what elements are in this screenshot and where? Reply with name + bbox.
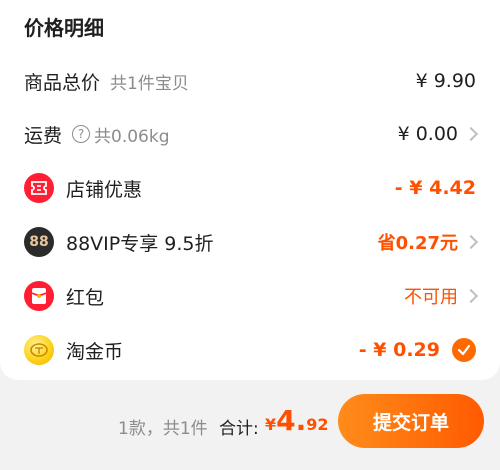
shipping-value: ¥ 0.00 xyxy=(397,123,458,145)
shipping-weight-text: 共0.06kg xyxy=(94,126,170,147)
gold-coin-row[interactable]: 淘金币 - ¥ 0.29 xyxy=(0,330,500,370)
coupon-icon xyxy=(24,173,54,203)
red-packet-row[interactable]: 红包 不可用 xyxy=(0,276,500,316)
chevron-right-icon xyxy=(463,234,479,250)
gold-coin-label: 淘金币 xyxy=(66,340,124,363)
total-price: ¥4.92 xyxy=(265,404,329,437)
shipping-row[interactable]: 运费 ? 共0.06kg ¥ 0.00 xyxy=(0,114,500,154)
total-integer: 4. xyxy=(276,404,307,437)
vip-discount-label: 88VIP专享 9.5折 xyxy=(66,232,214,255)
store-discount-value: - ¥ 4.42 xyxy=(394,177,476,199)
total-decimal: 92 xyxy=(306,415,329,434)
total-currency: ¥ xyxy=(265,415,277,434)
gold-coin-icon xyxy=(24,335,54,365)
store-discount-row: 店铺优惠 - ¥ 4.42 xyxy=(0,168,500,208)
goods-total-row: 商品总价 共1件宝贝 ¥ 9.90 xyxy=(0,61,500,101)
page-title: 价格明细 xyxy=(24,16,104,40)
chevron-right-icon xyxy=(463,126,479,142)
checkout-bar: 1款，共1件 合计: ¥4.92 提交订单 xyxy=(0,380,500,470)
88vip-icon: 88 xyxy=(24,227,54,257)
total-label: 合计: xyxy=(219,419,259,439)
gold-coin-value: - ¥ 0.29 xyxy=(358,339,440,361)
submit-order-button[interactable]: 提交订单 xyxy=(338,394,484,448)
goods-total-label: 商品总价 xyxy=(24,71,101,94)
red-packet-label: 红包 xyxy=(66,286,105,309)
goods-total-value: ¥ 9.90 xyxy=(415,70,476,92)
red-packet-icon xyxy=(24,281,54,311)
checkmark-icon[interactable] xyxy=(452,338,476,362)
red-packet-status: 不可用 xyxy=(404,287,458,308)
item-count-text: 1款，共1件 xyxy=(118,419,208,439)
vip-saving-value: 省0.27元 xyxy=(377,233,458,254)
chevron-right-icon xyxy=(463,288,479,304)
shipping-label: 运费 xyxy=(24,124,63,147)
goods-count-text: 共1件宝贝 xyxy=(110,73,189,94)
help-icon[interactable]: ? xyxy=(72,125,91,143)
store-discount-label: 店铺优惠 xyxy=(66,178,143,201)
price-detail-card: 价格明细 商品总价 共1件宝贝 ¥ 9.90 运费 ? 共0.06kg ¥ 0.… xyxy=(0,0,500,380)
vip-discount-row[interactable]: 88 88VIP专享 9.5折 省0.27元 xyxy=(0,222,500,262)
